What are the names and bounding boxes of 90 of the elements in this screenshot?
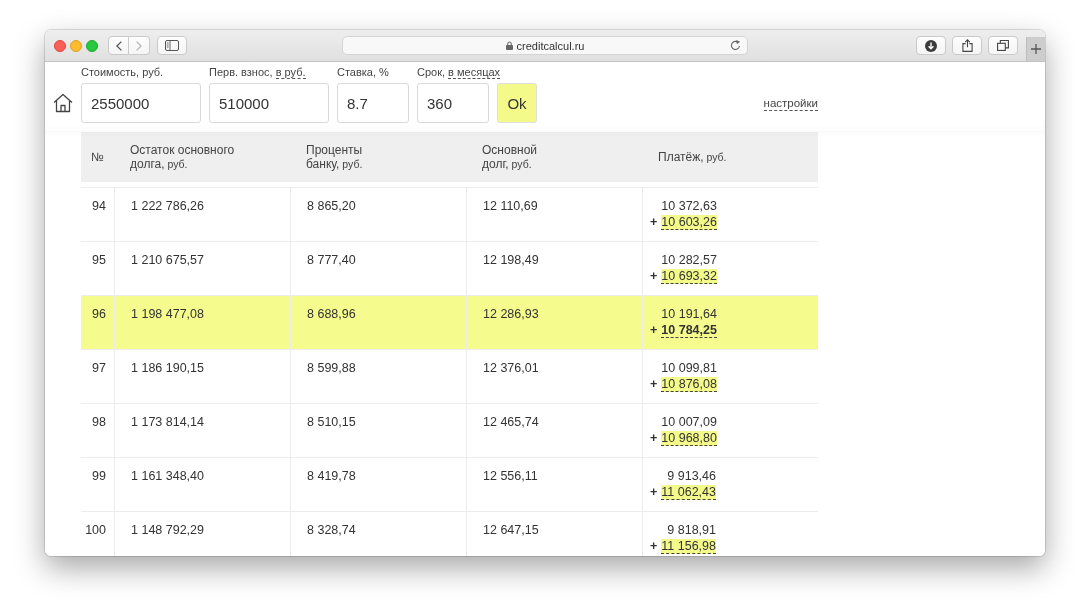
row-number: 96 (92, 307, 106, 321)
field-label: Перв. взнос, в руб. (209, 65, 306, 79)
row-number: 98 (92, 415, 106, 429)
field-label: Срок, в месяцах (417, 65, 501, 79)
principal-value: 12 465,74 (483, 415, 539, 429)
new-tab-button[interactable] (1026, 37, 1045, 61)
table-row[interactable]: 98 1 173 814,14 8 510,15 12 465,74 10 007,09 + 10 968,80 (81, 403, 818, 457)
balance-value: 1 148 792,29 (131, 523, 204, 537)
plus-sign: + (650, 430, 658, 446)
ok-button[interactable]: Ok (497, 83, 537, 123)
interest-value: 8 777,40 (307, 253, 356, 267)
settings-link[interactable]: настройки (763, 96, 818, 111)
plus-sign: + (650, 376, 658, 392)
interest-value: 8 328,74 (307, 523, 356, 537)
payment-value: 9 818,91 (667, 522, 716, 538)
reload-icon[interactable] (730, 40, 741, 51)
input-field[interactable]: 510000 (209, 83, 329, 123)
table-row[interactable]: 100 1 148 792,29 8 328,74 12 647,15 9 818,91 + 11 156,98 (81, 511, 818, 556)
plus-icon (1031, 44, 1041, 54)
home-icon[interactable] (53, 93, 73, 113)
input-field[interactable]: 360 (417, 83, 489, 123)
principal-value: 12 647,15 (483, 523, 539, 537)
field-label: Ставка, % (337, 65, 389, 79)
row-number: 97 (92, 361, 106, 375)
chevron-left-icon (115, 40, 122, 51)
plus-sign: + (650, 484, 658, 500)
principal-value: 12 110,69 (483, 199, 538, 213)
field-label: Стоимость, руб. (81, 65, 164, 79)
extra-payment-link[interactable]: 10 693,32 (661, 268, 717, 284)
address-bar[interactable]: creditcalcul.ru (342, 36, 748, 55)
payment-value: 10 007,09 (661, 414, 717, 430)
extra-payment-link[interactable]: 10 603,26 (661, 214, 717, 230)
payment-value: 10 099,81 (661, 360, 717, 376)
interest-value: 8 688,96 (307, 307, 356, 321)
download-icon (925, 39, 937, 52)
download-button[interactable] (916, 36, 946, 55)
row-number: 99 (92, 469, 106, 483)
tab-overview-button[interactable] (988, 36, 1018, 55)
principal-value: 12 198,49 (483, 253, 539, 267)
extra-payment-link[interactable]: 10 876,08 (661, 376, 717, 392)
plus-sign: + (650, 214, 658, 230)
sidebar-icon (165, 40, 179, 51)
column-header: № (90, 150, 105, 164)
payment-value: 10 372,63 (661, 198, 717, 214)
row-number: 100 (85, 523, 106, 537)
plus-sign: + (650, 322, 658, 338)
interest-value: 8 510,15 (307, 415, 356, 429)
plus-sign: + (650, 268, 658, 284)
payment-value: 10 191,64 (661, 306, 717, 322)
balance-value: 1 222 786,26 (131, 199, 204, 213)
extra-payment-link[interactable]: 11 062,43 (661, 484, 716, 500)
lock-icon (505, 41, 513, 50)
balance-value: 1 173 814,14 (131, 415, 204, 429)
principal-value: 12 376,01 (483, 361, 539, 375)
row-number: 94 (92, 199, 106, 213)
input-field[interactable]: 8.7 (337, 83, 409, 123)
table-row[interactable]: 97 1 186 190,15 8 599,88 12 376,01 10 099,81 + 10 876,08 (81, 349, 818, 403)
extra-payment-link[interactable]: 10 784,25 (661, 322, 717, 338)
column-header: Платёж, руб. (657, 150, 728, 164)
balance-value: 1 186 190,15 (131, 361, 204, 375)
unit-link[interactable]: в руб. (275, 66, 306, 79)
column-header: Проценты банку, руб. (305, 143, 364, 171)
balance-value: 1 161 348,40 (131, 469, 204, 483)
stacked-squares-icon (997, 40, 1009, 51)
chevron-right-icon (136, 40, 142, 51)
row-number: 95 (92, 253, 106, 267)
plus-sign: + (650, 538, 658, 554)
table-row[interactable]: 94 1 222 786,26 8 865,20 12 110,69 10 372,63 + 10 603,26 (81, 187, 818, 241)
interest-value: 8 419,78 (307, 469, 356, 483)
payment-value: 9 913,46 (667, 468, 716, 484)
balance-value: 1 210 675,57 (131, 253, 204, 267)
input-field[interactable]: 2550000 (81, 83, 201, 123)
table-row[interactable]: 96 1 198 477,08 8 688,96 12 286,93 10 191,64 + 10 784,25 (81, 295, 818, 349)
balance-value: 1 198 477,08 (131, 307, 204, 321)
share-icon (961, 39, 973, 52)
table-row[interactable]: 95 1 210 675,57 8 777,40 12 198,49 10 282,57 + 10 693,32 (81, 241, 818, 295)
column-header: Остаток основного долга, руб. (129, 143, 236, 171)
principal-value: 12 286,93 (483, 307, 539, 321)
sidebar-button[interactable] (157, 36, 187, 55)
unit-link[interactable]: в месяцах (448, 66, 501, 79)
extra-payment-link[interactable]: 11 156,98 (661, 538, 716, 554)
interest-value: 8 599,88 (307, 361, 356, 375)
interest-value: 8 865,20 (307, 199, 356, 213)
column-header: Основной долг, руб. (481, 143, 538, 171)
principal-value: 12 556,11 (483, 469, 538, 483)
share-button[interactable] (952, 36, 982, 55)
table-row[interactable]: 99 1 161 348,40 8 419,78 12 556,11 9 913,46 + 11 062,43 (81, 457, 818, 511)
close-window-button[interactable] (54, 39, 66, 52)
extra-payment-link[interactable]: 10 968,80 (661, 430, 717, 446)
payment-value: 10 282,57 (661, 252, 717, 268)
